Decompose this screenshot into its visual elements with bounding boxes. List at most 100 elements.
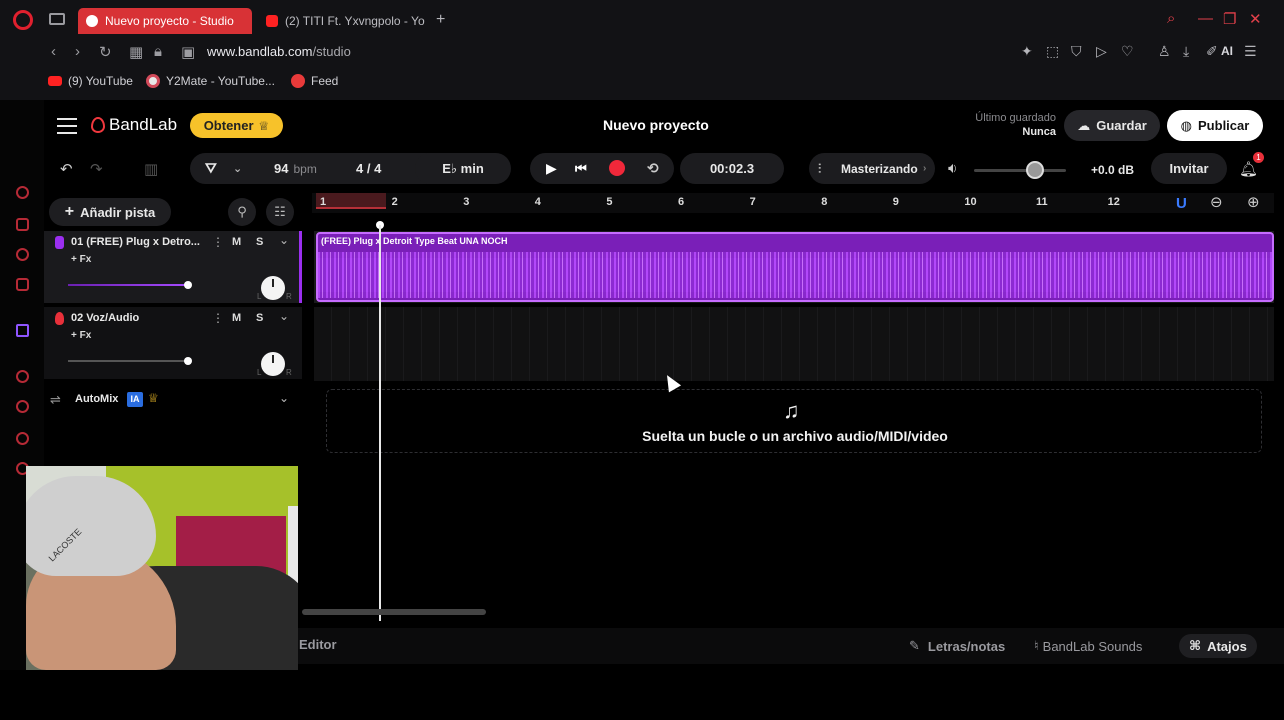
more-options-icon[interactable]: ⋮ (212, 235, 224, 249)
history-icon[interactable] (16, 400, 29, 413)
close-icon[interactable]: ✕ (1249, 10, 1262, 28)
tab-switcher-icon[interactable] (49, 13, 65, 25)
track-volume-slider[interactable] (68, 357, 192, 365)
back-icon[interactable]: ‹ (51, 43, 56, 60)
master-volume-knob[interactable] (1026, 161, 1044, 179)
solo-button[interactable]: S (256, 312, 263, 324)
bookmark-y2mate[interactable]: Y2Mate - YouTube... (146, 74, 275, 88)
player-icon[interactable]: ▷ (1096, 43, 1107, 60)
search-icon[interactable]: ⌕ (1167, 10, 1175, 27)
menu-icon[interactable]: ☰ (1244, 43, 1257, 60)
tab-bandlab-studio[interactable]: Nuevo proyecto - Studio (78, 8, 252, 34)
track-header-1[interactable]: 01 (FREE) Plug x Detro... ⋮ M S ⌄ + Fx L… (44, 231, 302, 303)
redo-icon[interactable]: ↷ (90, 160, 103, 178)
zoom-in-icon[interactable]: ⊕ (1247, 193, 1260, 211)
track-volume-slider[interactable] (68, 281, 192, 289)
chevron-down-icon[interactable]: ⌄ (279, 309, 289, 323)
new-tab-icon[interactable]: + (436, 11, 445, 29)
timeline[interactable]: 1 2 3 4 5 6 7 8 9 10 11 12 U ⊖ ⊕ (FREE) Plug x Detr… (302, 193, 1274, 623)
shield-icon[interactable]: ⛉ (1071, 43, 1082, 60)
horizontal-scrollbar[interactable] (302, 609, 486, 615)
publish-button[interactable]: ◍ Publicar (1167, 110, 1263, 141)
project-title[interactable]: Nuevo proyecto (603, 117, 709, 133)
key-selector[interactable]: E♭ min (415, 153, 511, 184)
opera-logo-icon[interactable] (13, 10, 33, 30)
vpn-icon[interactable]: ▣ (181, 43, 195, 61)
reload-icon[interactable]: ↻ (99, 43, 112, 61)
time-signature[interactable]: 4 / 4 (356, 161, 381, 176)
audio-clip[interactable]: (FREE) Plug x Detroit Type Beat UNA NOCH (316, 232, 1274, 302)
mute-button[interactable]: M (232, 236, 241, 248)
minimize-icon[interactable]: — (1198, 10, 1213, 27)
bell-icon[interactable]: 🔔︎ (1239, 160, 1258, 178)
bpm-field[interactable]: 94 bpm (274, 161, 317, 176)
url-field[interactable]: www.bandlab.com/studio (207, 44, 351, 59)
aria-sidebar-icon[interactable] (16, 186, 29, 199)
more-options-icon[interactable]: ⋮ (212, 311, 224, 325)
shortcuts-button[interactable]: ⌘ Atajos (1179, 634, 1257, 658)
add-track-button[interactable]: + Añadir pista (49, 198, 171, 226)
fx-button[interactable]: + Fx (71, 330, 91, 341)
play-icon[interactable]: ▶ (546, 160, 557, 177)
record-icon[interactable] (609, 160, 625, 176)
mastering-button[interactable]: ⫶ Masterizando › (809, 153, 935, 184)
account-icon[interactable]: ♙ (1158, 43, 1171, 60)
extensions-icon[interactable] (16, 432, 29, 445)
loop-icon[interactable]: ⟲ (647, 160, 659, 177)
loop-region[interactable] (316, 193, 386, 209)
save-button[interactable]: ☁ Guardar (1064, 110, 1160, 141)
editor-tab[interactable]: Editor (299, 637, 337, 652)
forward-icon[interactable]: › (75, 43, 80, 60)
hamburger-menu-icon[interactable] (57, 118, 77, 134)
zoom-out-icon[interactable]: ⊖ (1210, 193, 1223, 211)
invite-button[interactable]: Invitar (1151, 153, 1227, 184)
tuning-fork-icon[interactable]: ⚲ (228, 198, 256, 226)
maximize-icon[interactable]: ❐ (1223, 10, 1236, 28)
pan-knob[interactable] (261, 352, 285, 376)
mute-button[interactable]: M (232, 312, 241, 324)
metronome-icon[interactable]: ⛛ (205, 160, 217, 177)
metronome-dropdown-icon[interactable]: ⌄ (233, 162, 242, 175)
obtener-button[interactable]: Obtener ♕ (190, 113, 283, 138)
track-lane-1[interactable]: (FREE) Plug x Detroit Type Beat UNA NOCH (314, 231, 1274, 303)
track-settings-icon[interactable]: ☷ (266, 198, 294, 226)
bandlab-sounds-button[interactable]: ♮ BandLab Sounds (1034, 634, 1142, 658)
tab-youtube-titi[interactable]: (2) TITI Ft. Yxvngpolo - Yo (258, 8, 428, 34)
pin-icon[interactable]: ✦ (1021, 43, 1033, 60)
aria-icon[interactable]: ✐ (1206, 43, 1218, 60)
track-name[interactable]: 02 Voz/Audio (71, 312, 206, 324)
automix-row[interactable]: ⇌ AutoMix IA ♕ ⌄ (44, 389, 302, 413)
fx-button[interactable]: + Fx (71, 254, 91, 265)
gmail-icon[interactable] (16, 278, 29, 291)
lyrics-notes-button[interactable]: ✎ Letras/notas (909, 634, 1005, 658)
volume-thumb[interactable] (184, 357, 192, 365)
player-sidebar-icon[interactable] (16, 370, 29, 383)
chevron-down-icon[interactable]: ⌄ (279, 233, 289, 247)
snap-magnet-icon[interactable]: U (1176, 195, 1187, 212)
bookmark-youtube[interactable]: (9) YouTube (48, 74, 133, 88)
undo-icon[interactable]: ↶ (60, 160, 73, 178)
drop-zone[interactable]: ♫ Suelta un bucle o un archivo audio/MID… (326, 389, 1262, 453)
chevron-down-icon[interactable]: ⌄ (279, 391, 289, 405)
solo-button[interactable]: S (256, 236, 263, 248)
shopping-icon[interactable] (16, 218, 29, 231)
timeline-ruler[interactable]: 1 2 3 4 5 6 7 8 9 10 11 12 U ⊖ ⊕ (312, 193, 1274, 213)
twitch-icon[interactable] (16, 324, 29, 337)
pan-knob[interactable] (261, 276, 285, 300)
bandlab-logo[interactable]: BandLab (91, 115, 177, 135)
track-name[interactable]: 01 (FREE) Plug x Detro... (71, 236, 206, 248)
track-header-2[interactable]: 02 Voz/Audio ⋮ M S ⌄ + Fx L R (44, 307, 302, 379)
volume-thumb[interactable] (184, 281, 192, 289)
speed-dial-icon[interactable]: ▦ (129, 43, 143, 61)
master-volume-slider[interactable] (974, 169, 1066, 172)
speaker-icon[interactable]: 🔉︎ (948, 160, 957, 177)
heart-icon[interactable]: ♡ (1121, 43, 1134, 60)
piano-icon[interactable]: ▥ (144, 160, 158, 178)
playhead[interactable] (379, 225, 381, 621)
snapshot-icon[interactable]: ⬚ (1046, 43, 1059, 60)
messenger-icon[interactable] (16, 248, 29, 261)
bookmark-feed[interactable]: Feed (291, 74, 338, 88)
download-icon[interactable]: ⤓ (1183, 43, 1189, 60)
ai-label[interactable]: AI (1221, 44, 1233, 58)
track-lane-2[interactable] (314, 307, 1274, 381)
